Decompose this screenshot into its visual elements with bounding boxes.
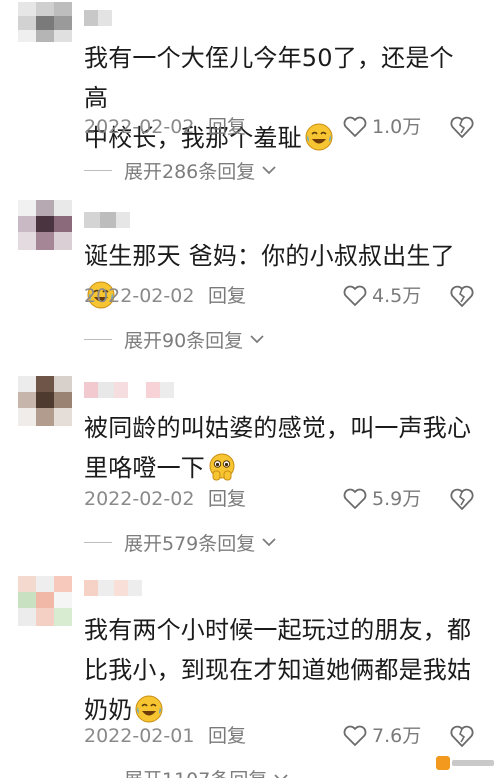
comment-text: 我有两个小时候一起玩过的朋友，都 比我小，到现在才知道她俩都是我姑 奶奶: [84, 610, 474, 730]
heart-outline-icon: [343, 488, 367, 509]
like-button[interactable]: 1.0万: [342, 113, 421, 141]
expand-replies-button[interactable]: 展开1107条回复: [84, 764, 289, 778]
chevron-down-icon: [250, 335, 264, 344]
comment-date: 2022-02-02: [84, 488, 195, 510]
chevron-down-icon: [274, 774, 288, 778]
laughing-tears-emoji-icon: [135, 695, 163, 723]
comment-text-line: 比我小，到现在才知道她俩都是我姑: [84, 656, 472, 684]
comment-text-line-content: 里咯噔一下: [84, 454, 205, 482]
avatar[interactable]: [18, 376, 72, 426]
comment-date: 2022-02-02: [84, 285, 195, 307]
expand-replies-button[interactable]: 展开286条回复: [84, 156, 277, 184]
like-count: 4.5万: [372, 285, 422, 307]
chevron-down-icon: [262, 166, 276, 175]
like-button[interactable]: 7.6万: [342, 722, 421, 750]
expand-replies-label: 展开90条回复: [124, 329, 244, 352]
broken-heart-icon[interactable]: [450, 486, 474, 512]
like-button[interactable]: 5.9万: [342, 485, 421, 513]
reply-button[interactable]: 回复: [208, 113, 246, 141]
comment-date: 2022-02-01: [84, 725, 195, 747]
reply-button[interactable]: 回复: [208, 282, 246, 310]
comment-text-line-content: 诞生那天 爸妈：你的小叔叔出生了: [84, 242, 455, 270]
comment-meta: 2022-02-01 回复 7.6万: [84, 722, 484, 750]
avatar[interactable]: [18, 2, 72, 42]
heart-outline-icon: [343, 285, 367, 306]
expand-replies-label: 展开286条回复: [124, 160, 256, 183]
reply-button[interactable]: 回复: [208, 485, 246, 513]
expand-divider: [84, 169, 112, 171]
expand-replies-label: 展开579条回复: [124, 532, 256, 555]
avatar[interactable]: [18, 576, 72, 626]
comment-text-line: 里咯噔一下: [84, 448, 474, 488]
avatar[interactable]: [18, 200, 72, 250]
pleading-hands-emoji-icon: [209, 453, 235, 481]
chevron-down-icon: [262, 538, 276, 547]
like-count: 5.9万: [372, 488, 422, 510]
comment-text-line: 我有一个大侄儿今年50了，还是个高: [84, 44, 454, 112]
comment-meta: 2022-02-02 回复 1.0万: [84, 113, 484, 141]
like-count: 7.6万: [372, 725, 422, 747]
comment-date: 2022-02-02: [84, 116, 195, 138]
expand-replies-button[interactable]: 展开579条回复: [84, 528, 277, 556]
like-button[interactable]: 4.5万: [342, 282, 421, 310]
broken-heart-icon[interactable]: [450, 114, 474, 140]
comment-text-line-content: 奶奶: [84, 696, 133, 724]
broken-heart-icon[interactable]: [450, 723, 474, 749]
like-count: 1.0万: [372, 116, 422, 138]
expand-divider: [84, 541, 112, 543]
watermark-logo-icon: [436, 756, 494, 770]
comment-meta: 2022-02-02 回复 5.9万: [84, 485, 484, 513]
reply-button[interactable]: 回复: [208, 722, 246, 750]
broken-heart-icon[interactable]: [450, 283, 474, 309]
comment-text: 被同龄的叫姑婆的感觉，叫一声我心 里咯噔一下: [84, 408, 474, 488]
expand-replies-button[interactable]: 展开90条回复: [84, 325, 265, 353]
heart-outline-icon: [343, 725, 367, 746]
heart-outline-icon: [343, 116, 367, 137]
comment-text-line: 我有两个小时候一起玩过的朋友，都: [84, 616, 472, 644]
expand-divider: [84, 338, 112, 340]
comment-text-line: 被同龄的叫姑婆的感觉，叫一声我心: [84, 414, 472, 442]
expand-replies-label: 展开1107条回复: [124, 765, 267, 778]
comment-meta: 2022-02-02 回复 4.5万: [84, 282, 484, 310]
